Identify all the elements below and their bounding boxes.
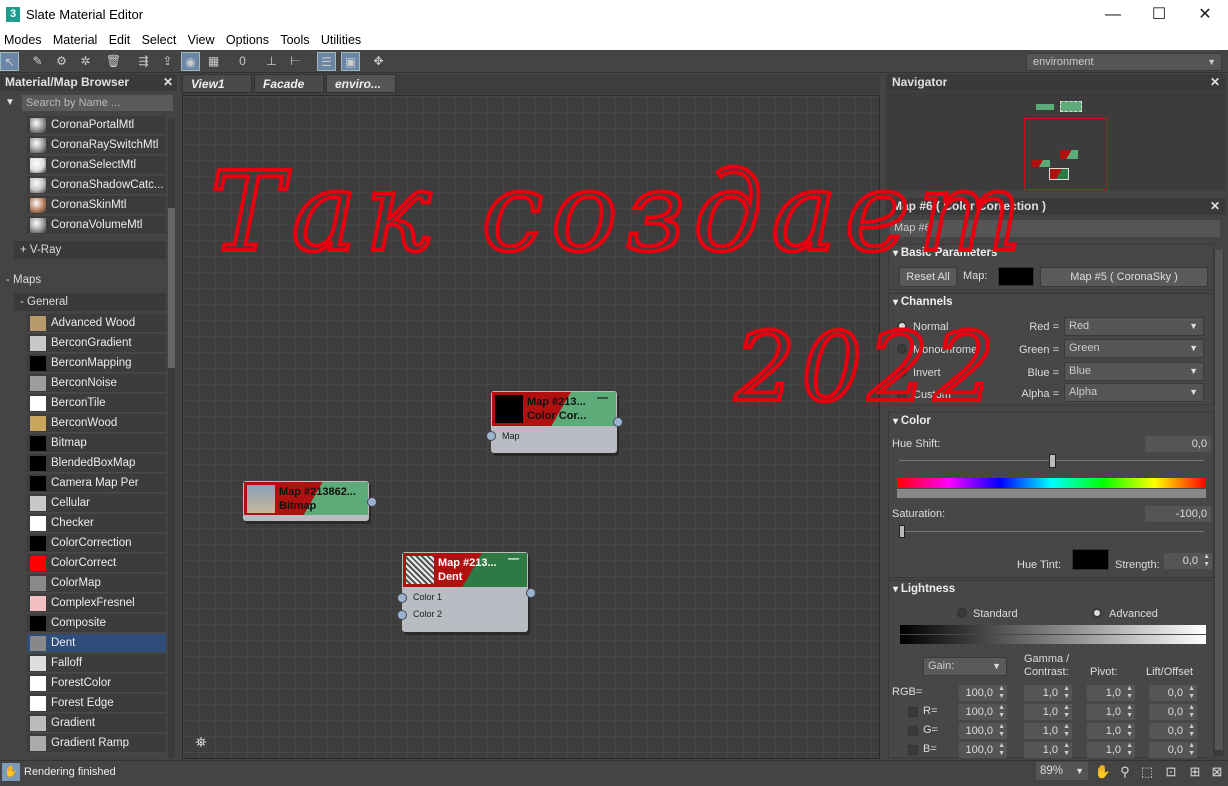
zoom-icon[interactable]: ⚲ — [1116, 763, 1134, 781]
zoom-region-icon[interactable]: ⬚ — [1138, 763, 1156, 781]
annotation-line-1: Так создает — [210, 148, 1030, 276]
pan-icon[interactable]: ✋ — [1094, 763, 1112, 781]
zoom-extents-all-icon[interactable]: ⊠ — [1208, 763, 1226, 781]
zoom-extents-selected-icon[interactable]: ⊞ — [1186, 763, 1204, 781]
chevron-down-icon: ▼ — [1075, 766, 1084, 776]
zoom-select[interactable]: 89% ▼ — [1036, 762, 1088, 780]
status-text: Rendering finished — [24, 766, 116, 778]
render-status-icon: ✋ — [2, 763, 20, 781]
zoom-extents-icon[interactable]: ⊡ — [1162, 763, 1180, 781]
annotation-line-2: 2022 — [734, 313, 1001, 423]
handwritten-annotation: Так создает 2022 — [208, 146, 1030, 425]
